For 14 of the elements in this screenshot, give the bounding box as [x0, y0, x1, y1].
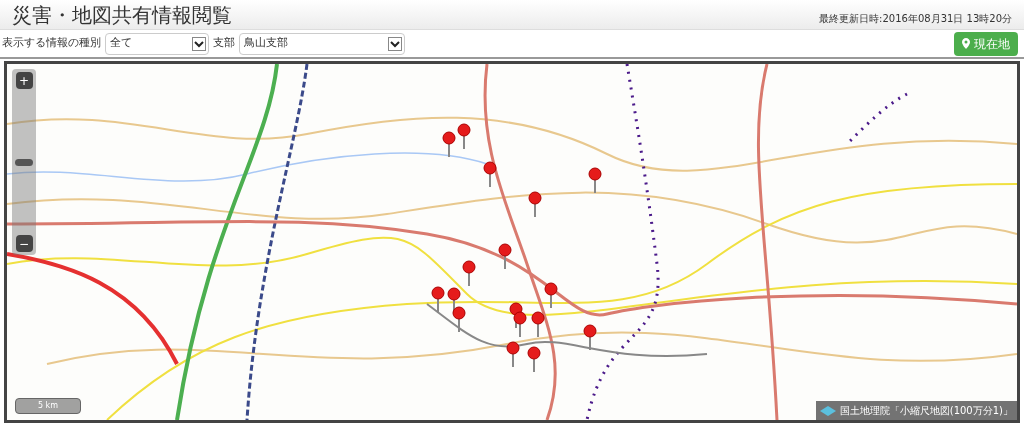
dropdown-select[interactable]: 鳥山支部 — [239, 32, 405, 55]
zoom-slider[interactable]: + − — [12, 69, 36, 255]
chevron-down-icon — [192, 36, 206, 51]
map-attribution: 国土地理院「小縮尺地図(100万分1)」 — [815, 401, 1017, 420]
zoom-slider-thumb[interactable] — [15, 159, 33, 166]
filter-label: 支部 — [213, 35, 235, 52]
scale-bar: 5 km — [15, 398, 81, 414]
layer-icon — [819, 405, 836, 416]
dropdown-select[interactable]: 全て — [105, 32, 209, 55]
page-title: 災害・地図共有情報閲覧 — [12, 4, 232, 25]
last-updated-text: 最終更新日時:2016年08月31日 13時20分 — [819, 12, 1012, 26]
map-pin-icon — [962, 38, 970, 49]
filter-label: 表示する情報の種別 — [2, 35, 101, 52]
chevron-down-icon — [388, 36, 402, 51]
